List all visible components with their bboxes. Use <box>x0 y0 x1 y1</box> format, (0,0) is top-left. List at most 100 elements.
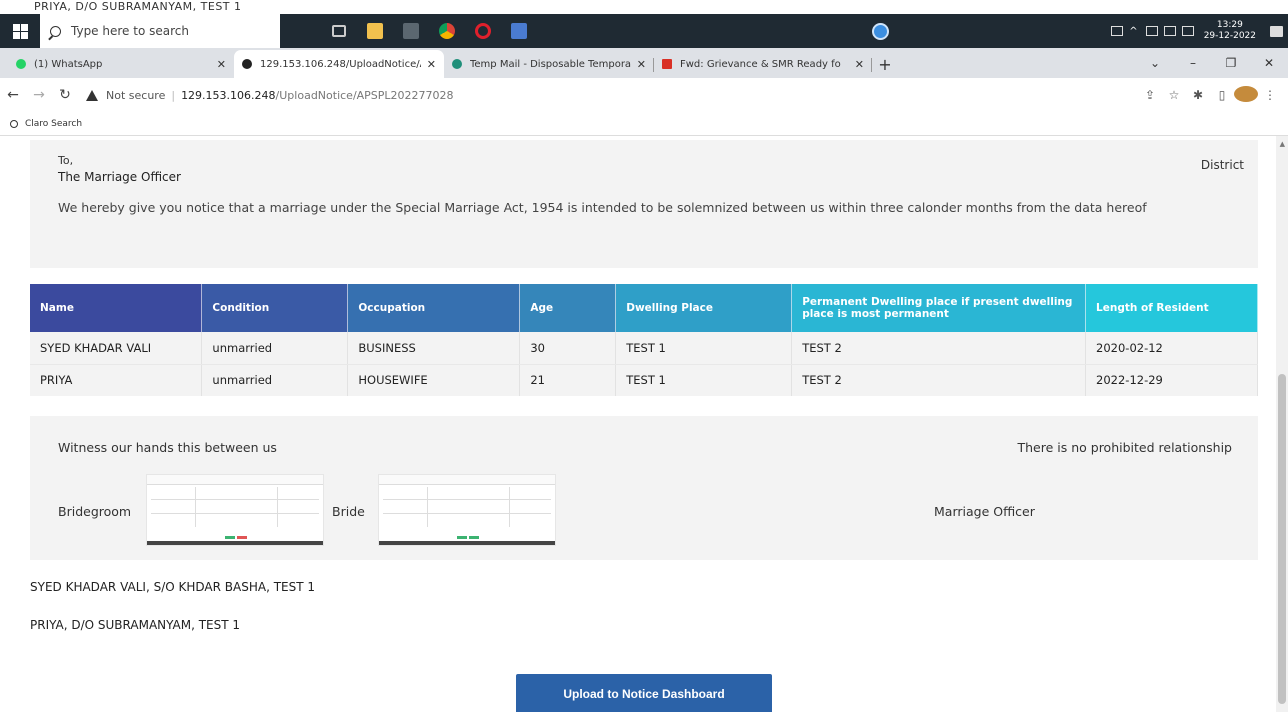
avatar <box>1234 85 1258 102</box>
close-tab-icon[interactable]: ✕ <box>217 58 226 71</box>
url-divider: | <box>171 88 176 102</box>
extensions-icon[interactable]: ✱ <box>1186 88 1210 102</box>
bride-details-line: PRIYA, D/O SUBRAMANYAM, TEST 1 <box>30 618 241 632</box>
speaker-icon[interactable] <box>1181 26 1194 36</box>
task-view-icon <box>332 25 346 37</box>
taskbar-search-input[interactable]: Type here to search <box>40 14 280 48</box>
col-header-age: Age <box>519 284 617 332</box>
page-content: To, The Marriage Officer District We her… <box>0 136 1276 712</box>
notification-button[interactable] <box>1264 14 1288 48</box>
windows-taskbar: Type here to search ^ 13:29 29-12-2022 <box>0 14 1288 48</box>
col-header-length-of-resident: Length of Resident <box>1085 284 1258 332</box>
profile-avatar[interactable] <box>1234 85 1258 105</box>
cell-name: SYED KHADAR VALI <box>30 332 203 365</box>
notification-icon <box>1269 25 1283 37</box>
col-header-permanent-dwelling: Permanent Dwelling place if present dwel… <box>791 284 1087 332</box>
marriage-officer-heading: The Marriage Officer <box>58 170 181 184</box>
page-scrollbar[interactable]: ▲ <box>1276 136 1288 712</box>
close-window-icon[interactable]: ✕ <box>1250 56 1288 70</box>
forward-icon[interactable]: → <box>26 87 52 103</box>
parties-table: Name Condition Occupation Age Dwelling P… <box>30 284 1258 396</box>
system-tray: ^ 13:29 29-12-2022 <box>1111 14 1288 48</box>
scroll-up-icon[interactable]: ▲ <box>1280 140 1285 148</box>
tab-temp-mail[interactable]: Temp Mail - Disposable Tempora ✕ <box>444 50 654 78</box>
file-explorer-button[interactable] <box>360 14 390 48</box>
bookmark-claro-search[interactable]: Claro Search <box>25 119 82 129</box>
app-button[interactable] <box>504 14 534 48</box>
cell-permanent-dwelling: TEST 2 <box>791 332 1087 365</box>
bridegroom-signature-image <box>146 474 324 546</box>
table-row: PRIYA unmarried HOUSEWIFE 21 TEST 1 TEST… <box>30 364 1258 396</box>
cell-occupation: BUSINESS <box>347 332 521 365</box>
network-icon[interactable] <box>1145 26 1158 36</box>
reload-icon[interactable]: ↻ <box>52 87 78 103</box>
browser-tab-strip: (1) WhatsApp ✕ 129.153.106.248/UploadNot… <box>0 48 1288 78</box>
notice-header-box: To, The Marriage Officer District We her… <box>30 140 1258 268</box>
notice-paragraph: We hereby give you notice that a marriag… <box>58 200 1147 215</box>
tempmail-favicon-icon <box>452 59 462 69</box>
menu-icon[interactable]: ⋮ <box>1258 88 1282 102</box>
table-row: SYED KHADAR VALI unmarried BUSINESS 30 T… <box>30 332 1258 365</box>
marriage-officer-label: Marriage Officer <box>934 504 1035 519</box>
tab-label: Temp Mail - Disposable Tempora <box>470 58 631 70</box>
no-prohibited-text: There is no prohibited relationship <box>1017 440 1232 455</box>
tab-search-icon[interactable]: ⌄ <box>1136 56 1174 70</box>
chevron-up-icon[interactable]: ^ <box>1129 26 1137 37</box>
folder-icon <box>367 23 383 39</box>
minimize-icon[interactable]: – <box>1174 56 1212 70</box>
witness-text: Witness our hands this between us <box>58 440 277 455</box>
cell-condition: unmarried <box>201 364 349 396</box>
chrome-icon <box>439 23 455 39</box>
not-secure-label[interactable]: Not secure <box>106 89 165 102</box>
upload-to-notice-dashboard-button[interactable]: Upload to Notice Dashboard <box>516 674 772 712</box>
clock-time: 13:29 <box>1216 20 1243 30</box>
cell-occupation: HOUSEWIFE <box>347 364 521 396</box>
bookmark-star-icon[interactable]: ☆ <box>1162 88 1186 102</box>
calculator-button[interactable] <box>396 14 426 48</box>
cell-age: 21 <box>519 364 617 396</box>
tab-separator <box>871 58 872 72</box>
start-button[interactable] <box>0 14 40 48</box>
close-tab-icon[interactable]: ✕ <box>855 58 864 71</box>
url-host: 129.153.106.248 <box>181 88 276 102</box>
close-tab-icon[interactable]: ✕ <box>427 58 436 71</box>
keyboard-icon[interactable] <box>1111 26 1124 36</box>
tab-label: (1) WhatsApp <box>34 58 103 70</box>
district-label: District <box>1200 158 1244 172</box>
search-icon <box>10 119 18 128</box>
tab-whatsapp[interactable]: (1) WhatsApp ✕ <box>8 50 234 78</box>
windows-icon <box>12 23 28 39</box>
tab-label: 129.153.106.248/UploadNotice/A <box>260 58 421 70</box>
url-path: /UploadNotice/APSPL202277028 <box>275 88 454 102</box>
back-icon[interactable]: ← <box>0 87 26 103</box>
bookmarks-bar: Claro Search <box>0 112 1288 136</box>
clock[interactable]: 13:29 29-12-2022 <box>1204 20 1256 42</box>
table-header-row: Name Condition Occupation Age Dwelling P… <box>30 284 1258 332</box>
col-header-dwelling-place: Dwelling Place <box>615 284 793 332</box>
bride-label: Bride <box>332 504 365 519</box>
signature-box: Witness our hands this between us There … <box>30 416 1258 560</box>
chrome-button[interactable] <box>432 14 462 48</box>
window-controls: ⌄ – ❐ ✕ <box>1136 48 1288 78</box>
tab-upload-notice[interactable]: 129.153.106.248/UploadNotice/A ✕ <box>234 50 444 78</box>
share-icon[interactable]: ⇪ <box>1138 88 1162 102</box>
battery-icon[interactable] <box>1163 26 1176 36</box>
address-bar[interactable]: Not secure | 129.153.106.248/UploadNotic… <box>86 83 1138 107</box>
scroll-thumb[interactable] <box>1278 374 1286 704</box>
opera-button[interactable] <box>468 14 498 48</box>
task-view-button[interactable] <box>324 14 354 48</box>
cell-length-of-resident: 2022-12-29 <box>1085 364 1258 396</box>
cell-dwelling-place: TEST 1 <box>615 332 793 365</box>
close-tab-icon[interactable]: ✕ <box>637 58 646 71</box>
restore-icon[interactable]: ❐ <box>1212 56 1250 70</box>
whatsapp-favicon-icon <box>16 59 26 69</box>
tab-gmail[interactable]: Fwd: Grievance & SMR Ready fo ✕ <box>654 50 872 78</box>
side-panel-icon[interactable]: ▯ <box>1210 88 1234 102</box>
help-icon[interactable] <box>872 23 889 40</box>
new-tab-button[interactable]: + <box>872 50 898 78</box>
taskbar-apps <box>324 14 540 48</box>
search-icon <box>50 25 61 37</box>
gmail-favicon-icon <box>662 59 672 69</box>
cell-length-of-resident: 2020-02-12 <box>1085 332 1258 365</box>
browser-toolbar: ← → ↻ Not secure | 129.153.106.248/Uploa… <box>0 78 1288 112</box>
